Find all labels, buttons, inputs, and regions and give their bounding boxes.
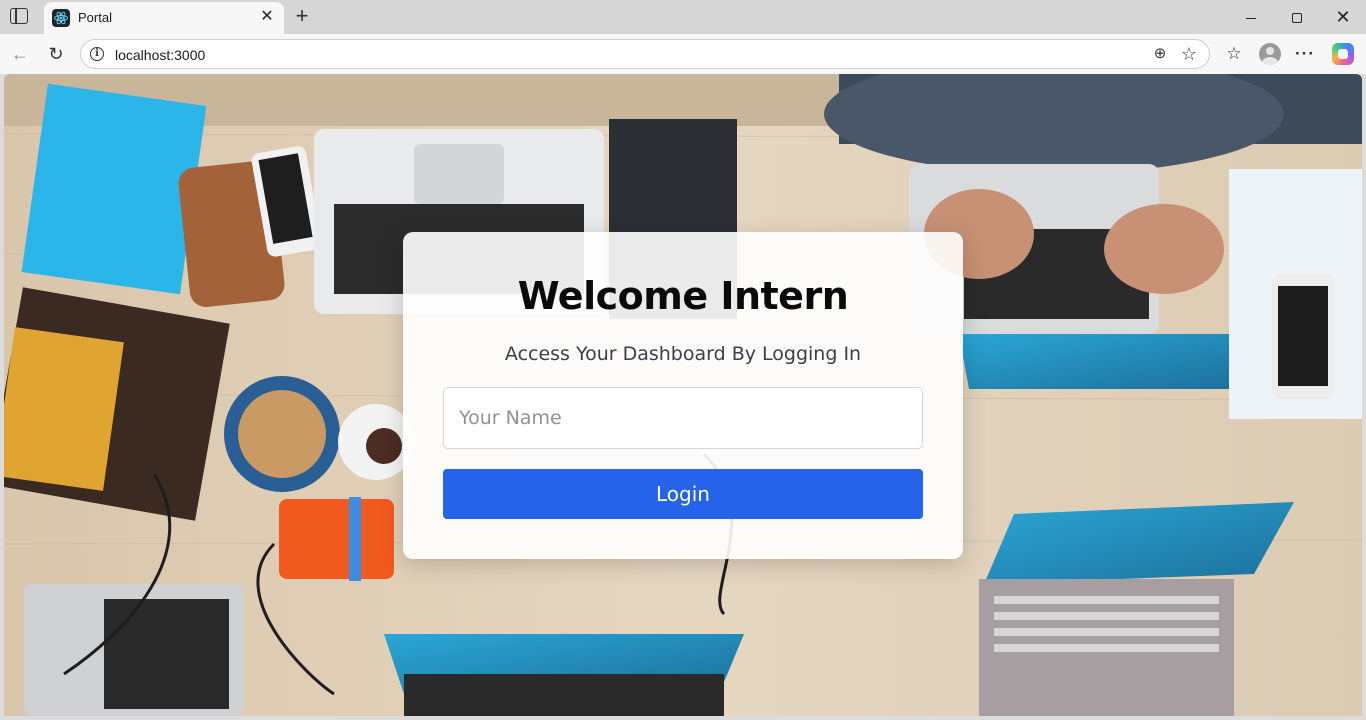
minimize-icon[interactable] (1228, 0, 1274, 34)
favorite-star-icon[interactable]: ☆ (1179, 44, 1199, 64)
login-card: Welcome Intern Access Your Dashboard By … (403, 232, 963, 559)
favorites-icon[interactable]: ☆ (1223, 43, 1245, 65)
copilot-icon[interactable] (1332, 43, 1354, 65)
tab-actions-icon[interactable] (10, 8, 28, 24)
page-title: Welcome Intern (517, 274, 849, 318)
profile-avatar-icon[interactable] (1259, 43, 1281, 65)
more-options-icon[interactable]: ··· (1294, 43, 1316, 65)
new-tab-icon[interactable]: + (290, 4, 314, 28)
tab-title: Portal (78, 10, 112, 25)
close-tab-icon[interactable]: ✕ (258, 8, 276, 26)
restore-icon[interactable] (1274, 0, 1320, 34)
address-bar[interactable]: i localhost:3000 ⊕ ☆ (80, 39, 1210, 69)
close-window-icon[interactable]: ✕ (1320, 0, 1366, 34)
login-button[interactable]: Login (443, 469, 923, 519)
reload-icon[interactable]: ↻ (44, 42, 68, 66)
url-text[interactable]: localhost:3000 (115, 47, 205, 63)
tab-strip: Portal ✕ + ✕ (0, 0, 1366, 34)
site-info-icon[interactable]: i (90, 47, 104, 61)
browser-tab[interactable]: Portal ✕ (44, 2, 284, 34)
browser-toolbar: ← ↻ i localhost:3000 ⊕ ☆ ☆ ··· (0, 34, 1366, 74)
react-icon (52, 9, 70, 27)
zoom-icon[interactable]: ⊕ (1151, 45, 1169, 63)
back-icon[interactable]: ← (8, 42, 32, 66)
page-viewport: Welcome Intern Access Your Dashboard By … (4, 74, 1362, 716)
page-subtitle: Access Your Dashboard By Logging In (504, 343, 862, 365)
name-input[interactable] (443, 387, 923, 449)
